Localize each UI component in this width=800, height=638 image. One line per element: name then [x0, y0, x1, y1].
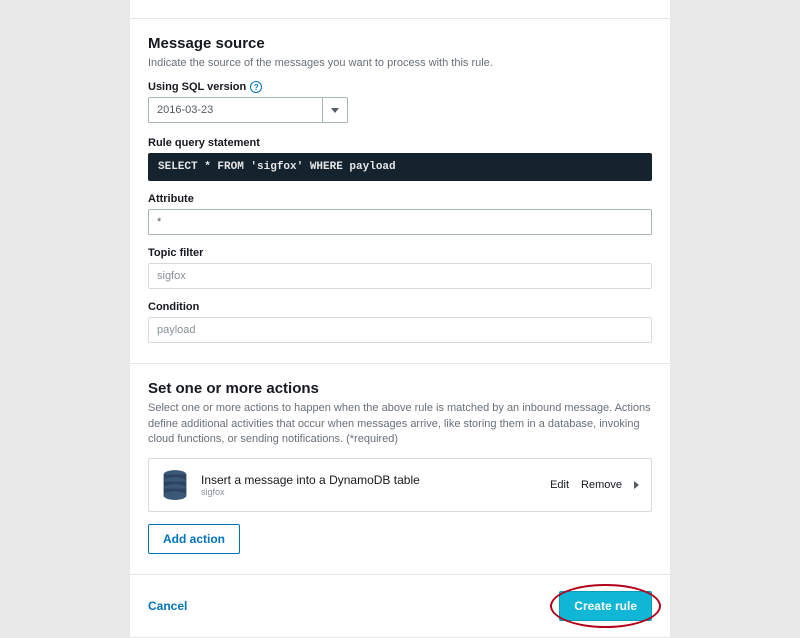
spacer-top: [130, 0, 670, 18]
action-item-text: Insert a message into a DynamoDB table s…: [201, 473, 538, 497]
attribute-label: Attribute: [148, 193, 652, 205]
action-item-title: Insert a message into a DynamoDB table: [201, 473, 538, 487]
rule-query-label: Rule query statement: [148, 137, 652, 149]
action-item-dynamodb[interactable]: Insert a message into a DynamoDB table s…: [148, 458, 652, 512]
sql-version-label: Using SQL version ?: [148, 81, 652, 93]
sql-version-value: 2016-03-23: [148, 97, 322, 123]
condition-label: Condition: [148, 301, 652, 313]
info-icon[interactable]: ?: [250, 81, 262, 93]
condition-input[interactable]: [148, 317, 652, 343]
add-action-button[interactable]: Add action: [148, 524, 240, 554]
sql-version-dropdown-button[interactable]: [322, 97, 348, 123]
action-item-sub: sigfox: [201, 487, 538, 497]
topic-filter-label: Topic filter: [148, 247, 652, 259]
sql-version-label-text: Using SQL version: [148, 81, 246, 93]
section-message-source: Message source Indicate the source of th…: [130, 18, 670, 363]
section-actions: Set one or more actions Select one or mo…: [130, 363, 670, 573]
action-remove-link[interactable]: Remove: [581, 479, 622, 491]
create-rule-label: Create rule: [574, 599, 637, 613]
cancel-link[interactable]: Cancel: [148, 599, 187, 613]
attribute-input[interactable]: [148, 209, 652, 235]
rule-query-text: SELECT * FROM 'sigfox' WHERE payload: [158, 161, 396, 173]
actions-desc: Select one or more actions to happen whe…: [148, 401, 652, 447]
action-edit-link[interactable]: Edit: [550, 479, 569, 491]
message-source-desc: Indicate the source of the messages you …: [148, 56, 652, 71]
rule-form-page: Message source Indicate the source of th…: [130, 0, 670, 637]
chevron-down-icon: [331, 108, 339, 113]
chevron-right-icon: [634, 481, 639, 489]
action-item-controls: Edit Remove: [550, 479, 639, 491]
message-source-heading: Message source: [148, 35, 652, 52]
sql-version-select[interactable]: 2016-03-23: [148, 97, 348, 123]
form-footer: Cancel Create rule: [130, 574, 670, 637]
dynamodb-icon: [161, 469, 189, 501]
create-rule-button[interactable]: Create rule: [559, 591, 652, 621]
topic-filter-input[interactable]: [148, 263, 652, 289]
rule-query-code: SELECT * FROM 'sigfox' WHERE payload: [148, 153, 652, 181]
actions-heading: Set one or more actions: [148, 380, 652, 397]
